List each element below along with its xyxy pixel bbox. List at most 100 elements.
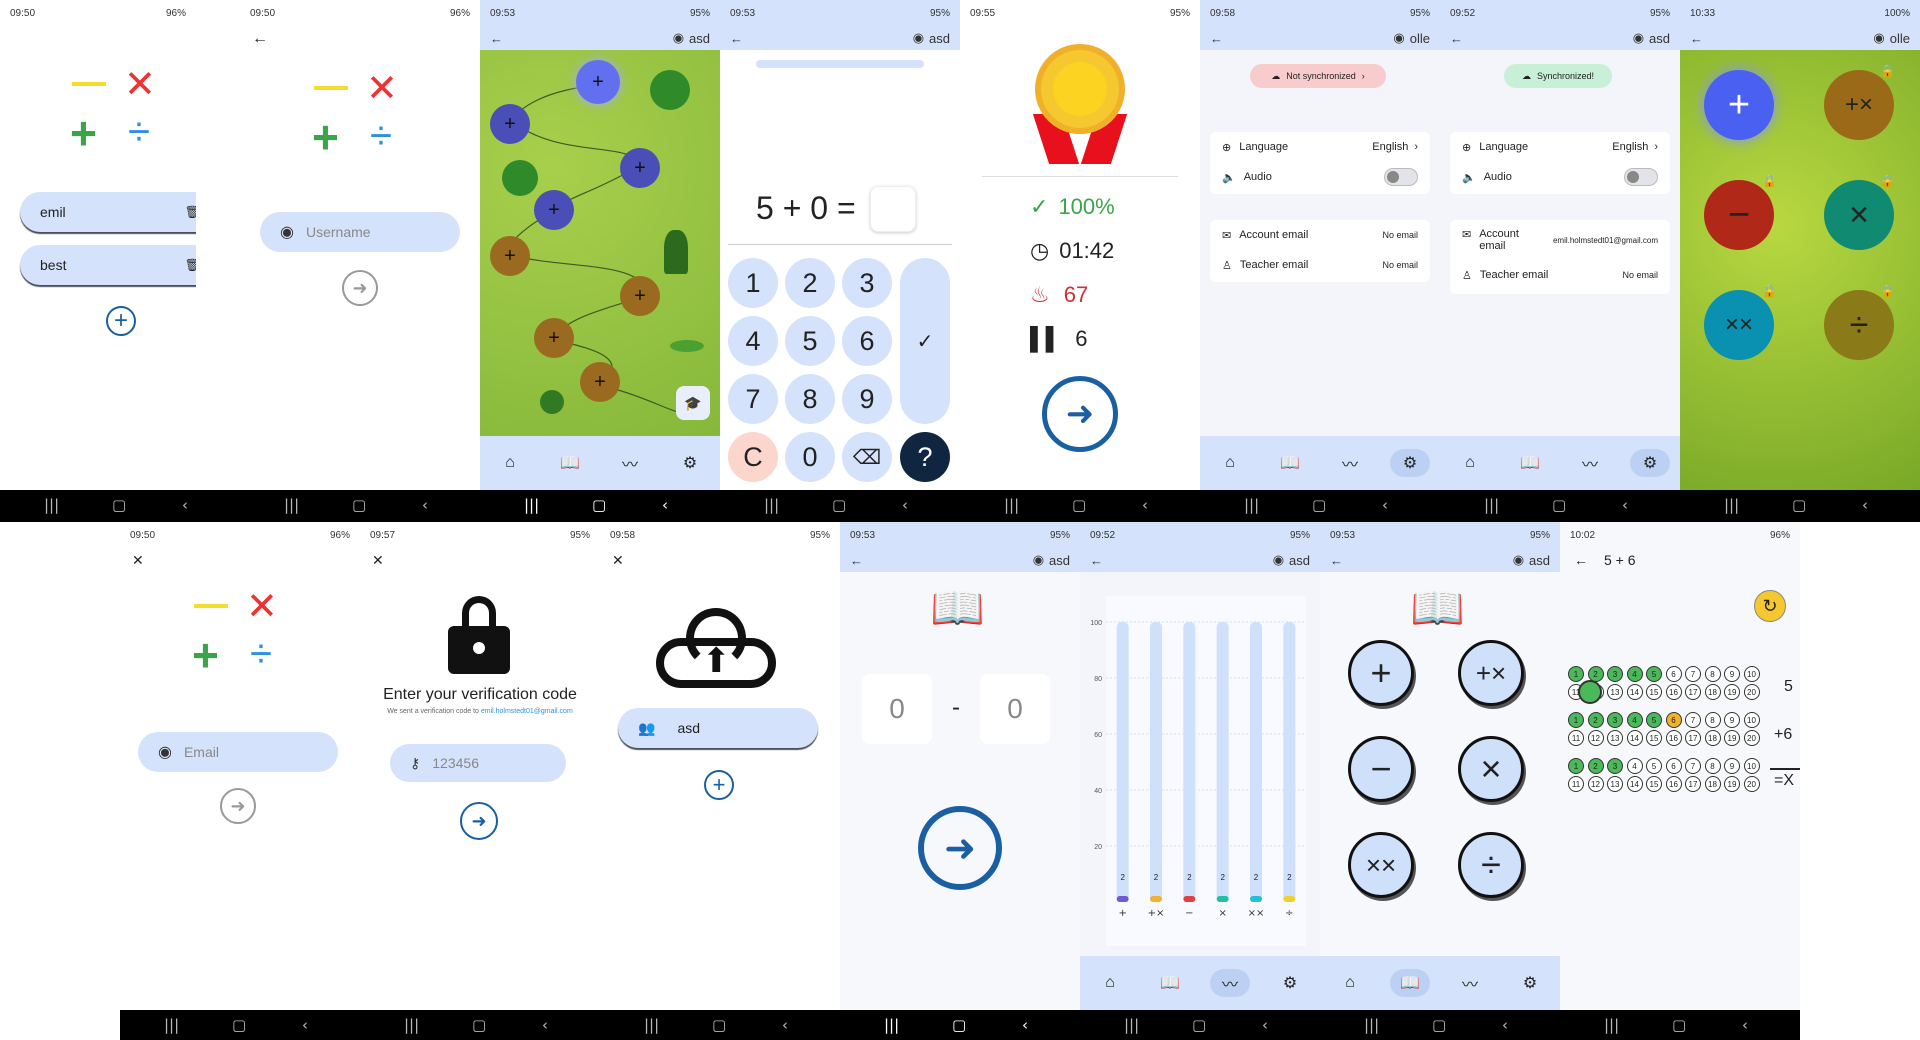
back-arrow-icon[interactable]: ← [730,31,743,46]
plus-world-button[interactable]: + [1704,70,1774,140]
gear-icon[interactable]: ⚙ [1510,969,1550,997]
book-icon[interactable]: 📖 [1390,969,1430,997]
key-clear[interactable]: C [728,432,778,482]
stats-icon[interactable]: 〰 [1570,449,1610,477]
bead[interactable]: 12 [1587,730,1604,746]
stats-icon[interactable]: 〰 [610,449,650,477]
graduation-button[interactable]: 🎓 [676,386,710,420]
bead[interactable]: 17 [1685,730,1701,746]
bead[interactable]: 10 [1743,758,1760,774]
bead[interactable]: 5 [1646,666,1662,682]
home-circle-icon[interactable]: ▢ [1312,496,1326,514]
bead[interactable]: 3 [1607,666,1623,682]
backspace-icon[interactable]: ⌫ [842,432,892,482]
recents-icon[interactable]: ||| [284,496,299,514]
level-node-locked[interactable]: + [490,236,530,276]
help-button[interactable]: ? [900,432,950,482]
bead[interactable]: 8 [1704,666,1721,682]
bead[interactable]: 11 [1568,730,1584,746]
sync-status-button[interactable]: ☁ Synchronized! [1504,64,1612,88]
recents-icon[interactable]: ||| [1724,496,1739,514]
audio-toggle[interactable] [1624,168,1658,186]
book-icon[interactable]: 📖 [1150,969,1190,997]
home-circle-icon[interactable]: ▢ [1672,1016,1686,1034]
book-icon[interactable]: 📖 [1270,449,1310,477]
back-chevron-icon[interactable]: ‹ [1502,1016,1508,1034]
user-item[interactable]: emil 🗑 [20,192,196,232]
bead[interactable]: 20 [1743,730,1760,746]
gear-icon[interactable]: ⚙ [1270,969,1310,997]
home-circle-icon[interactable]: ▢ [712,1016,726,1034]
back-chevron-icon[interactable]: ‹ [1622,496,1628,514]
book-icon[interactable]: 📖 [550,449,590,477]
bead[interactable]: 4 [1626,712,1643,728]
audio-toggle[interactable] [1384,168,1418,186]
home-circle-icon[interactable]: ▢ [232,1016,246,1034]
back-arrow-icon[interactable]: ← [850,553,863,568]
refresh-button[interactable]: ↻ [1754,590,1786,622]
home-circle-icon[interactable]: ▢ [832,496,846,514]
bead[interactable]: 15 [1646,776,1662,792]
bead[interactable]: 1 [1568,758,1584,774]
recents-icon[interactable]: ||| [1244,496,1259,514]
bead[interactable]: 1 [1568,666,1584,682]
next-arrow-button[interactable]: ➜ [342,270,378,306]
times-operation-button[interactable]: × [1458,736,1524,802]
user-item[interactable]: best 🗑 [20,245,196,285]
next-arrow-button[interactable]: ➜ [220,788,256,824]
key-9[interactable]: 9 [842,374,892,424]
trash-icon[interactable]: 🗑 [185,205,196,219]
bead[interactable]: 2 [1587,758,1604,774]
bead[interactable]: 17 [1685,776,1701,792]
back-chevron-icon[interactable]: ‹ [1382,496,1388,514]
recents-icon[interactable]: ||| [1604,1016,1619,1034]
back-chevron-icon[interactable]: ‹ [542,1016,548,1034]
bead[interactable]: 15 [1646,730,1662,746]
close-icon[interactable]: ✕ [132,552,144,569]
user-chip[interactable]: ◉ asd [1033,552,1070,568]
stats-icon[interactable]: 〰 [1330,449,1370,477]
level-node-locked[interactable]: + [620,276,660,316]
user-chip[interactable]: ◉ olle [1393,30,1430,46]
times-world-button[interactable]: × [1824,180,1894,250]
gear-icon[interactable]: ⚙ [670,449,710,477]
bead[interactable]: 13 [1607,776,1623,792]
key-6[interactable]: 6 [842,316,892,366]
trash-icon[interactable]: 🗑 [185,258,196,272]
back-arrow-icon[interactable]: ← [490,31,503,46]
bead[interactable]: 1 [1568,712,1584,728]
back-chevron-icon[interactable]: ‹ [782,1016,788,1034]
teacher-email-row[interactable]: ♙ Teacher email No email [1450,260,1670,290]
level-node-locked[interactable]: + [580,362,620,402]
home-icon[interactable]: ⌂ [490,449,530,477]
teacher-email-row[interactable]: ♙ Teacher email No email [1210,250,1430,280]
bead[interactable]: 9 [1724,758,1740,774]
bead[interactable]: 8 [1704,758,1721,774]
back-chevron-icon[interactable]: ‹ [662,496,668,514]
bead[interactable]: 14 [1626,684,1643,700]
home-icon[interactable]: ⌂ [1450,449,1490,477]
group-item[interactable]: 👥 asd [618,708,818,748]
bead[interactable]: 19 [1724,776,1740,792]
key-0[interactable]: 0 [785,432,835,482]
home-circle-icon[interactable]: ▢ [1432,1016,1446,1034]
home-circle-icon[interactable]: ▢ [472,1016,486,1034]
recents-icon[interactable]: ||| [164,1016,179,1034]
back-arrow-icon[interactable]: ← [1690,31,1703,46]
back-arrow-icon[interactable]: ← [1090,553,1103,568]
back-chevron-icon[interactable]: ‹ [1742,1016,1748,1034]
bead[interactable]: 10 [1743,666,1760,682]
username-input[interactable]: ◉ Username [260,212,460,252]
selected-bead[interactable] [1578,680,1602,704]
back-arrow-icon[interactable]: ← [252,30,268,48]
bead[interactable]: 4 [1626,758,1643,774]
back-arrow-icon[interactable]: ← [1574,552,1588,568]
bead[interactable]: 9 [1724,666,1740,682]
start-arrow-button[interactable]: ➜ [918,806,1002,890]
back-arrow-icon[interactable]: ← [1450,31,1463,46]
book-icon[interactable]: 📖 [1510,449,1550,477]
bead[interactable]: 4 [1626,666,1643,682]
bead[interactable]: 14 [1626,776,1643,792]
recents-icon[interactable]: ||| [1364,1016,1379,1034]
bead[interactable]: 8 [1704,712,1721,728]
